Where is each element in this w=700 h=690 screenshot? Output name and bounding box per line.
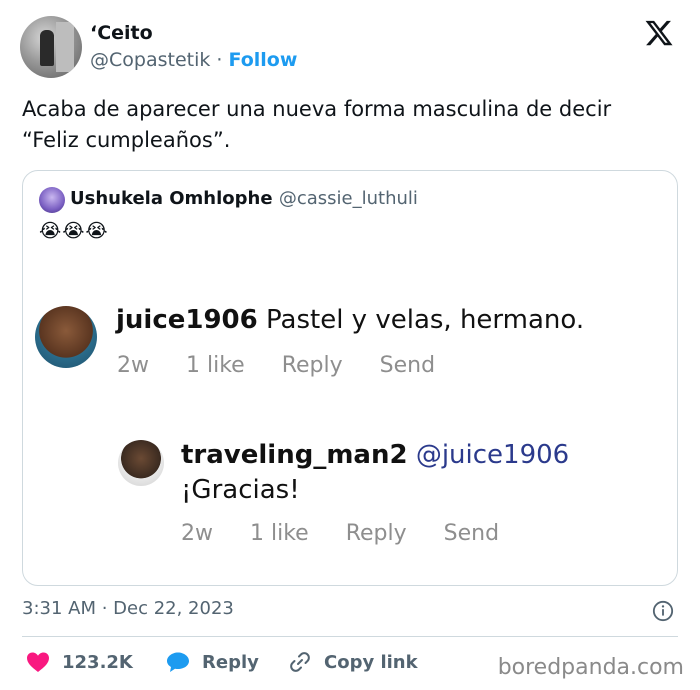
reply-likes: 1 like	[250, 521, 309, 546]
author-name[interactable]: ‘Ceito	[90, 22, 153, 44]
comment-text: Pastel y velas, hermano.	[266, 305, 585, 335]
reply-mention: @juice1906	[415, 440, 570, 470]
reply-button[interactable]: Reply	[166, 648, 259, 676]
quoted-emojis: 😭😭😭	[39, 220, 109, 242]
info-icon[interactable]	[652, 600, 674, 622]
separator: ·	[210, 49, 229, 71]
reply-bubble-icon	[167, 652, 189, 672]
reply-text: ¡Gracias!	[181, 475, 300, 505]
tweet-header: ‘Ceito @Copastetik · Follow	[20, 14, 680, 80]
reply-avatar	[118, 440, 164, 486]
copy-link-button[interactable]: Copy link	[288, 648, 418, 676]
comment-avatar	[35, 306, 97, 368]
reply-reply: Reply	[345, 521, 407, 546]
author-avatar[interactable]	[20, 16, 82, 78]
like-count: 123.2K	[62, 651, 133, 673]
link-icon	[290, 652, 310, 672]
reply-age: 2w	[181, 521, 213, 546]
reply-send: Send	[443, 521, 500, 546]
quoted-tweet[interactable]: Ushukela Omhlophe @cassie_luthuli 😭😭😭 ju…	[22, 170, 678, 586]
author-handle-row: @Copastetik · Follow	[90, 49, 297, 71]
quoted-name: Ushukela Omhlophe	[70, 188, 273, 209]
reply-label: Reply	[202, 651, 259, 673]
reply-line: traveling_man2 @juice1906	[181, 440, 569, 470]
comment-line: juice1906 Pastel y velas, hermano.	[116, 305, 584, 335]
x-logo-icon[interactable]	[644, 18, 674, 48]
copy-link-label: Copy link	[324, 651, 418, 673]
comment-reply: Reply	[281, 353, 343, 378]
comment-user: juice1906	[116, 305, 258, 335]
divider	[22, 636, 678, 637]
reply-user: traveling_man2	[181, 440, 408, 470]
reply-meta: 2w 1 like Reply Send	[181, 521, 529, 546]
quoted-handle: @cassie_luthuli	[278, 188, 418, 209]
comment-age: 2w	[117, 353, 149, 378]
tweet-timestamp[interactable]: 3:31 AM · Dec 22, 2023	[22, 598, 234, 619]
comment-likes: 1 like	[186, 353, 245, 378]
quoted-avatar	[39, 187, 65, 213]
follow-button[interactable]: Follow	[229, 49, 298, 71]
like-button[interactable]: 123.2K	[26, 648, 133, 676]
watermark: boredpanda.com	[497, 655, 684, 680]
comment-meta: 2w 1 like Reply Send	[117, 353, 465, 378]
tweet-text: Acaba de aparecer una nueva forma mascul…	[22, 97, 612, 152]
heart-icon	[27, 652, 49, 672]
author-handle[interactable]: @Copastetik	[90, 49, 210, 71]
quoted-author: Ushukela Omhlophe @cassie_luthuli	[70, 188, 418, 209]
comment-send: Send	[379, 353, 436, 378]
